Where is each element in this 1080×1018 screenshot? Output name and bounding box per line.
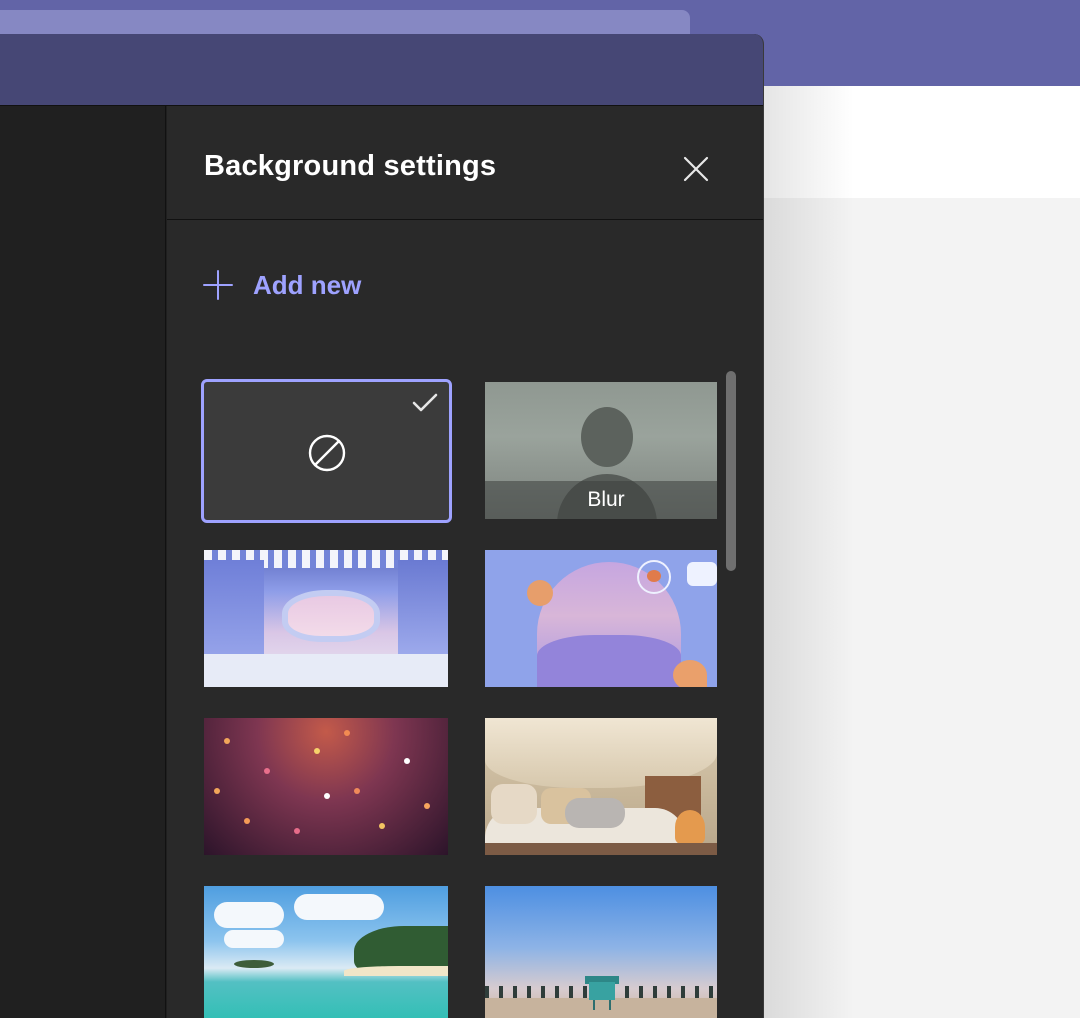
sand: [344, 966, 448, 976]
plus-icon: [203, 270, 233, 300]
video-stage: [0, 106, 166, 1018]
meeting-window: Background settings Add new Blur: [0, 34, 764, 1018]
checkmark-icon: [412, 393, 438, 412]
lifeguard-hut: [589, 982, 615, 1000]
pillow: [565, 798, 625, 828]
background-tile-winter-arch[interactable]: [485, 550, 717, 687]
add-new-button[interactable]: Add new: [201, 264, 361, 306]
confetti-dot: [264, 768, 270, 774]
panel-title: Background settings: [204, 150, 497, 182]
background-tile-blanket-fort[interactable]: [485, 718, 717, 855]
arch-floor: [537, 635, 681, 687]
leaf-decoration: [673, 660, 707, 687]
confetti-dot: [294, 828, 300, 834]
floor: [485, 843, 717, 855]
background-tile-none[interactable]: [201, 379, 452, 523]
background-tile-lifeguard-shore[interactable]: [485, 886, 717, 1018]
background-tile-ice-cave[interactable]: [204, 550, 448, 687]
background-tile-confetti[interactable]: [204, 718, 448, 855]
panel-header: Background settings: [167, 106, 763, 220]
confetti-dot: [424, 803, 430, 809]
leaf-decoration: [527, 580, 553, 606]
cloud: [224, 930, 284, 948]
scrollbar-thumb[interactable]: [726, 371, 736, 571]
person-silhouette-head: [581, 407, 633, 467]
cloud: [294, 894, 384, 920]
close-icon: [683, 156, 709, 182]
background-tile-blur[interactable]: Blur: [485, 382, 717, 519]
confetti-dot: [314, 748, 320, 754]
no-background-icon: [308, 434, 346, 472]
confetti-dot: [379, 823, 385, 829]
confetti-dot: [404, 758, 410, 764]
ice-opening: [282, 590, 380, 642]
confetti-dot: [214, 788, 220, 794]
confetti-dot: [324, 793, 330, 799]
confetti-dot: [354, 788, 360, 794]
blur-label: Blur: [587, 488, 625, 511]
close-button[interactable]: [677, 150, 715, 188]
add-new-label: Add new: [253, 269, 362, 300]
window-shadow: [764, 86, 854, 1018]
scrollbar[interactable]: [723, 371, 739, 573]
pillow: [491, 784, 537, 824]
lifeguard-hut-legs: [593, 1000, 611, 1010]
cloud: [214, 902, 284, 928]
confetti-dot: [344, 730, 350, 736]
window-titlebar: [0, 34, 763, 106]
confetti-dot: [224, 738, 230, 744]
cloud-decoration: [687, 562, 717, 586]
background-tile-tropical-beach[interactable]: [204, 886, 448, 1018]
confetti-dot: [244, 818, 250, 824]
bird-decoration: [647, 570, 661, 582]
snow-floor: [204, 654, 448, 687]
background-settings-panel: Background settings Add new Blur: [167, 106, 763, 1018]
distant-island: [234, 960, 274, 968]
toy-decoration: [675, 810, 705, 844]
